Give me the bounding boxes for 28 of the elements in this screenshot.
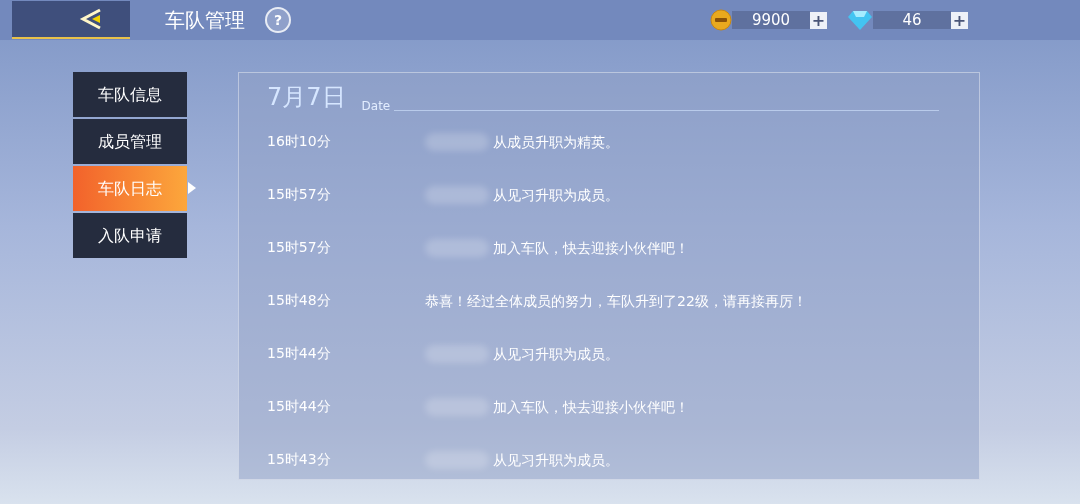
log-time: 15时43分 [267,450,332,469]
date-heading: 7月7日 [267,82,346,113]
currency-amount: 46 [873,11,951,29]
log-time: 15时57分 [267,185,332,204]
log-time: 15时44分 [267,344,332,363]
log-message: 从见习升职为成员。 [493,185,620,204]
add-button[interactable]: + [810,11,827,29]
log-message: 从成员升职为精英。 [493,132,620,151]
log-time: 15时44分 [267,397,332,416]
sidebar-tab[interactable]: 入队申请 [73,213,187,258]
log-time: 15时48分 [267,291,332,310]
sidebar-tab[interactable]: 成员管理 [73,119,187,164]
log-time: 15时57分 [267,238,332,257]
page-title: 车队管理 [165,7,245,34]
log-message: 从见习升职为成员。 [493,450,620,469]
log-message: 加入车队，快去迎接小伙伴吧！ [493,397,690,416]
currency-amount: 9900 [732,11,810,29]
pointer-icon [188,182,196,194]
log-message: 加入车队，快去迎接小伙伴吧！ [493,238,690,257]
diamond-icon [847,9,873,31]
coin-icon [710,9,732,31]
back-button[interactable] [12,1,130,39]
date-label: Date [361,98,391,115]
add-button[interactable]: + [951,11,968,29]
sidebar-tab[interactable]: 车队信息 [73,72,187,117]
log-message: 恭喜！经过全体成员的努力，车队升到了22级，请再接再厉！ [425,291,808,310]
log-message: 从见习升职为成员。 [493,344,620,363]
log-time: 16时10分 [267,132,332,151]
